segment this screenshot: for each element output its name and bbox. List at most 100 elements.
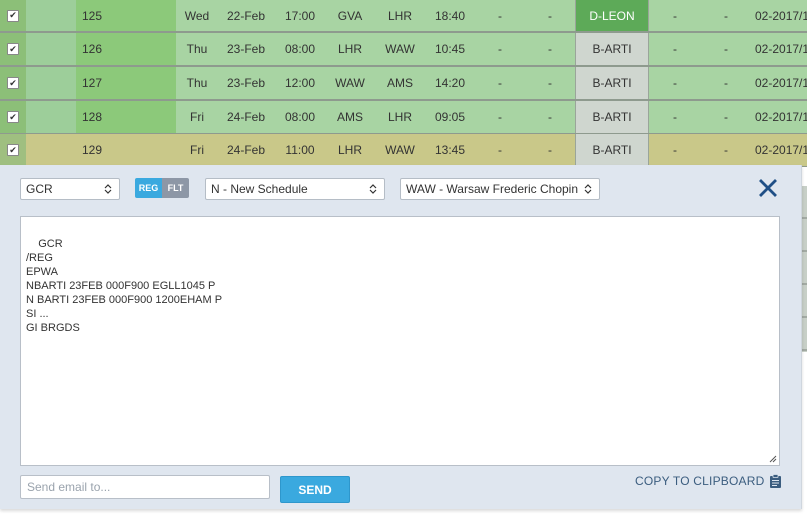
dash-cell: - (673, 8, 677, 23)
close-icon[interactable] (759, 179, 777, 197)
period-cell: 02-2017/1 (755, 110, 807, 124)
departure-airport-cell: GVA (337, 8, 363, 23)
departure-time-cell: 11:00 (285, 143, 315, 157)
departure-time-cell: 08:00 (284, 42, 316, 56)
dash-cell: - (498, 76, 502, 90)
dash-cell: - (548, 110, 552, 124)
message-panel: GCR REG FLT N - New Schedule WAW - Warsa… (0, 165, 802, 509)
date-cell: 24-Feb (226, 110, 266, 124)
table-row[interactable]: ✔ 128 Fri 24-Feb 08:00 AMS LHR 09:05 - - B-ARTI - - 0… (0, 101, 807, 134)
table-row[interactable]: ✔ 126 Thu 23-Feb 08:00 LHR WAW 10:45 - - B-ARTI - - 0… (0, 33, 807, 67)
period-cell: 02-2017/1 (755, 42, 807, 56)
row-checkbox-cell[interactable]: ✔ (0, 101, 26, 133)
arrival-airport-cell: AMS (386, 76, 413, 90)
arrival-time-cell: 13:45 (434, 143, 466, 157)
flight-number-cell: 128 (76, 101, 176, 133)
message-textarea[interactable]: GCR /REG EPWA NBARTI 23FEB 000F900 EGLL1… (20, 216, 780, 466)
dash-cell: - (724, 143, 728, 157)
table-row[interactable]: ✔ 129 Fri 24-Feb 11:00 LHR WAW 13:45 - - B-ARTI - - 0… (0, 134, 807, 167)
dash-cell: - (548, 76, 552, 90)
date-cell: 22-Feb (226, 8, 266, 23)
date-cell: 23-Feb (226, 42, 266, 56)
flight-number-cell: 127 (76, 67, 176, 99)
registration-cell: B-ARTI (575, 101, 649, 133)
check-icon[interactable]: ✔ (7, 144, 19, 156)
copy-to-clipboard-button[interactable]: COPY TO CLIPBOARD (635, 473, 782, 489)
airport-select[interactable]: WAW - Warsaw Frederic Chopin (400, 178, 600, 200)
dash-cell: - (498, 8, 502, 23)
blank-cell (26, 0, 76, 31)
reg-flt-toggle[interactable]: REG FLT (135, 178, 189, 198)
day-cell: Fri (190, 110, 204, 124)
schedule-type-value: N - New Schedule (211, 182, 308, 196)
period-cell: 02-2017/1 (755, 143, 807, 157)
dash-cell: - (498, 143, 502, 157)
departure-airport-cell: LHR (337, 42, 362, 56)
departure-time-cell: 08:00 (284, 110, 316, 124)
arrival-airport-cell: WAW (385, 143, 415, 157)
resize-handle-icon[interactable] (769, 455, 777, 463)
arrival-time-cell: 10:45 (434, 42, 466, 56)
chevron-updown-icon (584, 184, 592, 194)
arrival-airport-cell: WAW (385, 42, 415, 56)
row-checkbox-cell[interactable]: ✔ (0, 67, 26, 99)
clipboard-icon (770, 474, 782, 488)
blank-cell (26, 134, 76, 166)
arrival-airport-cell: LHR (387, 110, 412, 124)
registration-cell: B-ARTI (575, 33, 649, 65)
blank-cell (26, 67, 76, 99)
departure-time-cell: 17:00 (284, 8, 316, 23)
chevron-updown-icon (104, 184, 112, 194)
departure-time-cell: 12:00 (284, 76, 316, 90)
dash-cell: - (673, 110, 677, 124)
registration-cell: D-LEON (575, 0, 649, 31)
email-input[interactable] (20, 475, 270, 499)
dash-cell: - (724, 76, 728, 90)
schedule-type-select[interactable]: N - New Schedule (205, 178, 385, 200)
day-cell: Fri (190, 143, 204, 157)
row-checkbox-cell[interactable]: ✔ (0, 0, 26, 31)
date-cell: 23-Feb (226, 76, 266, 90)
row-checkbox-cell[interactable]: ✔ (0, 33, 26, 65)
table-row[interactable]: ✔ 127 Thu 23-Feb 12:00 WAW AMS 14:20 - - B-ARTI - - 0… (0, 67, 807, 101)
day-cell: Thu (186, 76, 208, 90)
dash-cell: - (548, 143, 552, 157)
check-icon[interactable]: ✔ (7, 77, 19, 89)
dash-cell: - (498, 110, 502, 124)
dash-cell: - (724, 110, 728, 124)
dash-cell: - (498, 42, 502, 56)
dash-cell: - (724, 8, 728, 23)
period-cell: 02-2017/1 (755, 76, 807, 90)
chevron-updown-icon (369, 184, 377, 194)
dash-cell: - (673, 143, 677, 157)
dash-cell: - (548, 8, 552, 23)
flight-number-cell: 129 (76, 134, 176, 166)
check-icon[interactable]: ✔ (7, 43, 19, 55)
dash-cell: - (548, 42, 552, 56)
departure-airport-cell: AMS (336, 110, 363, 124)
flight-number-cell: 125 (76, 0, 176, 31)
reg-toggle-option[interactable]: REG (135, 178, 162, 198)
dash-cell: - (673, 42, 677, 56)
blank-cell (26, 101, 76, 133)
date-cell: 24-Feb (226, 143, 266, 157)
registration-cell: B-ARTI (575, 134, 649, 166)
message-type-value: GCR (26, 182, 53, 196)
check-icon[interactable]: ✔ (7, 111, 19, 123)
departure-airport-cell: LHR (337, 143, 362, 157)
dash-cell: - (673, 76, 677, 90)
day-cell: Thu (186, 42, 208, 56)
message-text: GCR /REG EPWA NBARTI 23FEB 000F900 EGLL1… (26, 238, 223, 334)
check-icon[interactable]: ✔ (7, 9, 19, 22)
send-button[interactable]: SEND (280, 476, 350, 503)
arrival-time-cell: 09:05 (434, 110, 466, 124)
flight-number-cell: 126 (76, 33, 176, 65)
table-row[interactable]: ✔ 125 Wed 22-Feb 17:00 GVA LHR 18:40 - - D-LEON - - 0… (0, 0, 807, 33)
row-checkbox-cell[interactable]: ✔ (0, 134, 26, 166)
message-type-select[interactable]: GCR (20, 178, 120, 200)
flt-toggle-option[interactable]: FLT (162, 178, 189, 198)
period-cell: 02-2017/1 (755, 8, 807, 23)
departure-airport-cell: WAW (335, 76, 365, 90)
arrival-time-cell: 14:20 (434, 76, 466, 90)
dash-cell: - (724, 42, 728, 56)
